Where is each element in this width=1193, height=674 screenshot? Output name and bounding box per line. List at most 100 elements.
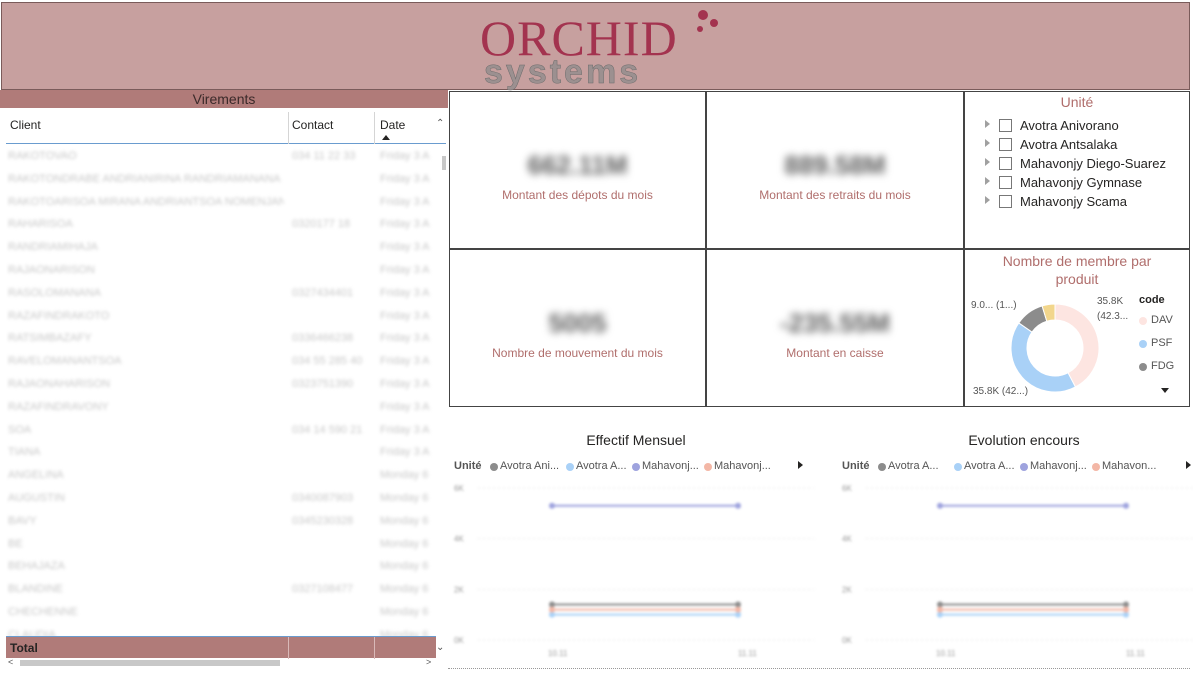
legend-next-icon[interactable] (798, 461, 803, 469)
legend-marker (954, 463, 962, 471)
table-row[interactable]: BAVY 0345230328 Monday 6 (6, 510, 436, 533)
table-row[interactable]: BLANDINE 0327108477 Monday 6 (6, 578, 436, 601)
date-cell: Friday 3 A (380, 263, 430, 276)
date-cell: Friday 3 A (380, 423, 430, 436)
data-point[interactable] (1123, 606, 1129, 613)
line-plot[interactable]: 0K 2K 4K 6K 10.11 11.11 (838, 480, 1193, 660)
kpi-card-depots[interactable]: 662.11M Montant des dépots du mois (449, 91, 706, 249)
slicer-title: Unité (1060, 94, 1094, 110)
virements-title: Virements (0, 90, 448, 108)
expand-arrow-icon[interactable] (985, 139, 990, 147)
kpi-card-caisse[interactable]: -235.55M Montant en caisse (706, 249, 964, 407)
date-cell: Friday 3 A (380, 286, 430, 299)
table-row[interactable]: BE Monday 6 (6, 533, 436, 556)
checkbox[interactable] (999, 157, 1012, 170)
chart-legend[interactable]: Unité Avotra Ani... Avotra A... Mahavonj..… (454, 460, 814, 474)
data-point[interactable] (549, 502, 555, 509)
scroll-up-icon[interactable]: ⌃ (436, 118, 444, 129)
data-point[interactable] (549, 606, 555, 613)
expand-arrow-icon[interactable] (985, 120, 990, 128)
donut-slice-psf[interactable] (1010, 322, 1077, 393)
checkbox[interactable] (999, 138, 1012, 151)
table-row[interactable]: TIANA Friday 3 A (6, 441, 436, 464)
contact-cell: 0340087903 (292, 491, 354, 504)
chevron-down-icon[interactable] (1161, 388, 1169, 393)
table-row[interactable]: RAKOTOARISOA MIRANA ANDRIANTSOA NOMENJAN… (6, 191, 436, 214)
column-divider[interactable] (374, 112, 375, 144)
data-point[interactable] (735, 606, 741, 613)
table-row[interactable]: RAJAONAHARISON 0323751390 Friday 3 A (6, 373, 436, 396)
data-point[interactable] (735, 502, 741, 509)
scroll-down-icon[interactable]: ⌄ (436, 642, 444, 653)
table-row[interactable]: RATSIMBAZAFY 0336466238 Friday 3 A (6, 327, 436, 350)
expand-arrow-icon[interactable] (985, 196, 990, 204)
kpi-value: 662.11M (527, 150, 628, 180)
data-point[interactable] (937, 606, 943, 613)
table-row[interactable]: RAJAONARISON Friday 3 A (6, 259, 436, 282)
slicer-item[interactable]: Mahavonjy Gymnase (985, 174, 1185, 192)
checkbox[interactable] (999, 119, 1012, 132)
donut-chart-membres[interactable]: Nombre de membre par produit 9.0... (1..… (964, 249, 1190, 407)
date-cell: Friday 3 A (380, 400, 430, 413)
column-header-date[interactable]: Date (380, 118, 405, 132)
table-row[interactable]: CHECHENNE Monday 6 (6, 601, 436, 624)
column-header-client[interactable]: Client (10, 118, 41, 132)
slicer-item[interactable]: Avotra Antsalaka (985, 136, 1185, 154)
date-cell: Friday 3 A (380, 446, 430, 459)
virements-table-visual[interactable]: Virements Client Contact Date ⌃ RAKOTOVA… (0, 90, 448, 670)
vertical-scrollbar-thumb[interactable] (442, 156, 446, 170)
table-row[interactable]: RASOLOMANANA 0327434401 Friday 3 A (6, 282, 436, 305)
table-total-row: Total (6, 636, 436, 659)
chart-legend[interactable]: Unité Avotra A... Avotra A... Mahavonj... M… (842, 460, 1193, 474)
table-row[interactable]: RAHARISOA 0320177 18 Friday 3 A (6, 213, 436, 236)
legend-marker (878, 463, 886, 471)
table-row[interactable]: RAZAFINDRAKOTO Friday 3 A (6, 305, 436, 328)
table-row[interactable]: SOA 034 14 590 21 Friday 3 A (6, 419, 436, 442)
legend-marker (566, 463, 574, 471)
donut-slice-dav[interactable] (1054, 303, 1100, 388)
table-row[interactable]: RAVELOMANANTSOA 034 55 285 40 Friday 3 A (6, 350, 436, 373)
horizontal-scrollbar[interactable]: < > (6, 657, 436, 668)
date-cell: Monday 6 (380, 605, 429, 618)
client-cell: RAHARISOA (8, 218, 73, 231)
date-cell: Monday 6 (380, 560, 429, 573)
scroll-right-icon[interactable]: > (426, 657, 431, 667)
line-chart-effectif-mensuel[interactable]: Effectif Mensuel Unité Avotra Ani... Avot… (450, 424, 822, 664)
client-cell: RATSIMBAZAFY (8, 332, 92, 345)
expand-arrow-icon[interactable] (985, 177, 990, 185)
checkbox[interactable] (999, 176, 1012, 189)
y-tick-label: 2K (454, 585, 464, 594)
table-row[interactable]: ANGELINA Monday 6 (6, 464, 436, 487)
table-row[interactable]: RAZAFINDRAVONY Friday 3 A (6, 396, 436, 419)
virements-table[interactable]: Client Contact Date ⌃ RAKOTOVAO 034 11 22… (6, 108, 446, 652)
sort-ascending-icon[interactable] (382, 135, 390, 140)
expand-arrow-icon[interactable] (985, 158, 990, 166)
kpi-card-retraits[interactable]: 889.58M Montant des retraits du mois (706, 91, 964, 249)
table-row[interactable]: RAKOTONDRABE ANDRIANIRINA RANDRIAMANANA F… (6, 168, 436, 191)
slicer-item[interactable]: Avotra Anivorano (985, 117, 1185, 135)
table-row[interactable]: RAKOTOVAO 034 11 22 33 Friday 3 A (6, 145, 436, 168)
table-row[interactable]: RANDRIAMIHAJA Friday 3 A (6, 236, 436, 259)
legend-next-icon[interactable] (1186, 461, 1191, 469)
line-chart-evolution-encours[interactable]: Evolution encours Unité Avotra A... Avotr… (838, 424, 1193, 664)
data-point[interactable] (1123, 502, 1129, 509)
checkbox[interactable] (999, 195, 1012, 208)
unite-slicer[interactable]: Unité Avotra Anivorano Avotra Antsalaka … (964, 91, 1190, 249)
data-point[interactable] (937, 502, 943, 509)
table-header: Client Contact Date ⌃ (6, 108, 446, 144)
table-row[interactable]: AUGUSTIN 0340087903 Monday 6 (6, 487, 436, 510)
legend-label: Avotra A... (576, 460, 627, 472)
slicer-item[interactable]: Mahavonjy Scama (985, 193, 1185, 211)
scroll-left-icon[interactable]: < (8, 657, 13, 667)
slicer-item-label: Avotra Anivorano (1020, 118, 1119, 133)
donut-plot[interactable] (1009, 302, 1101, 394)
legend-marker (1092, 463, 1100, 471)
column-header-contact[interactable]: Contact (292, 118, 333, 132)
contact-cell: 0336466238 (292, 332, 354, 345)
line-plot[interactable]: 0K 2K 4K 6K 10.11 11.11 (450, 480, 822, 660)
column-divider[interactable] (288, 112, 289, 144)
kpi-card-mouvements[interactable]: 5005 Nombre de mouvement du mois (449, 249, 706, 407)
slicer-item[interactable]: Mahavonjy Diego-Suarez (985, 155, 1185, 173)
horizontal-scrollbar-thumb[interactable] (20, 660, 280, 666)
table-row[interactable]: BEHAJAZA Monday 6 (6, 555, 436, 578)
